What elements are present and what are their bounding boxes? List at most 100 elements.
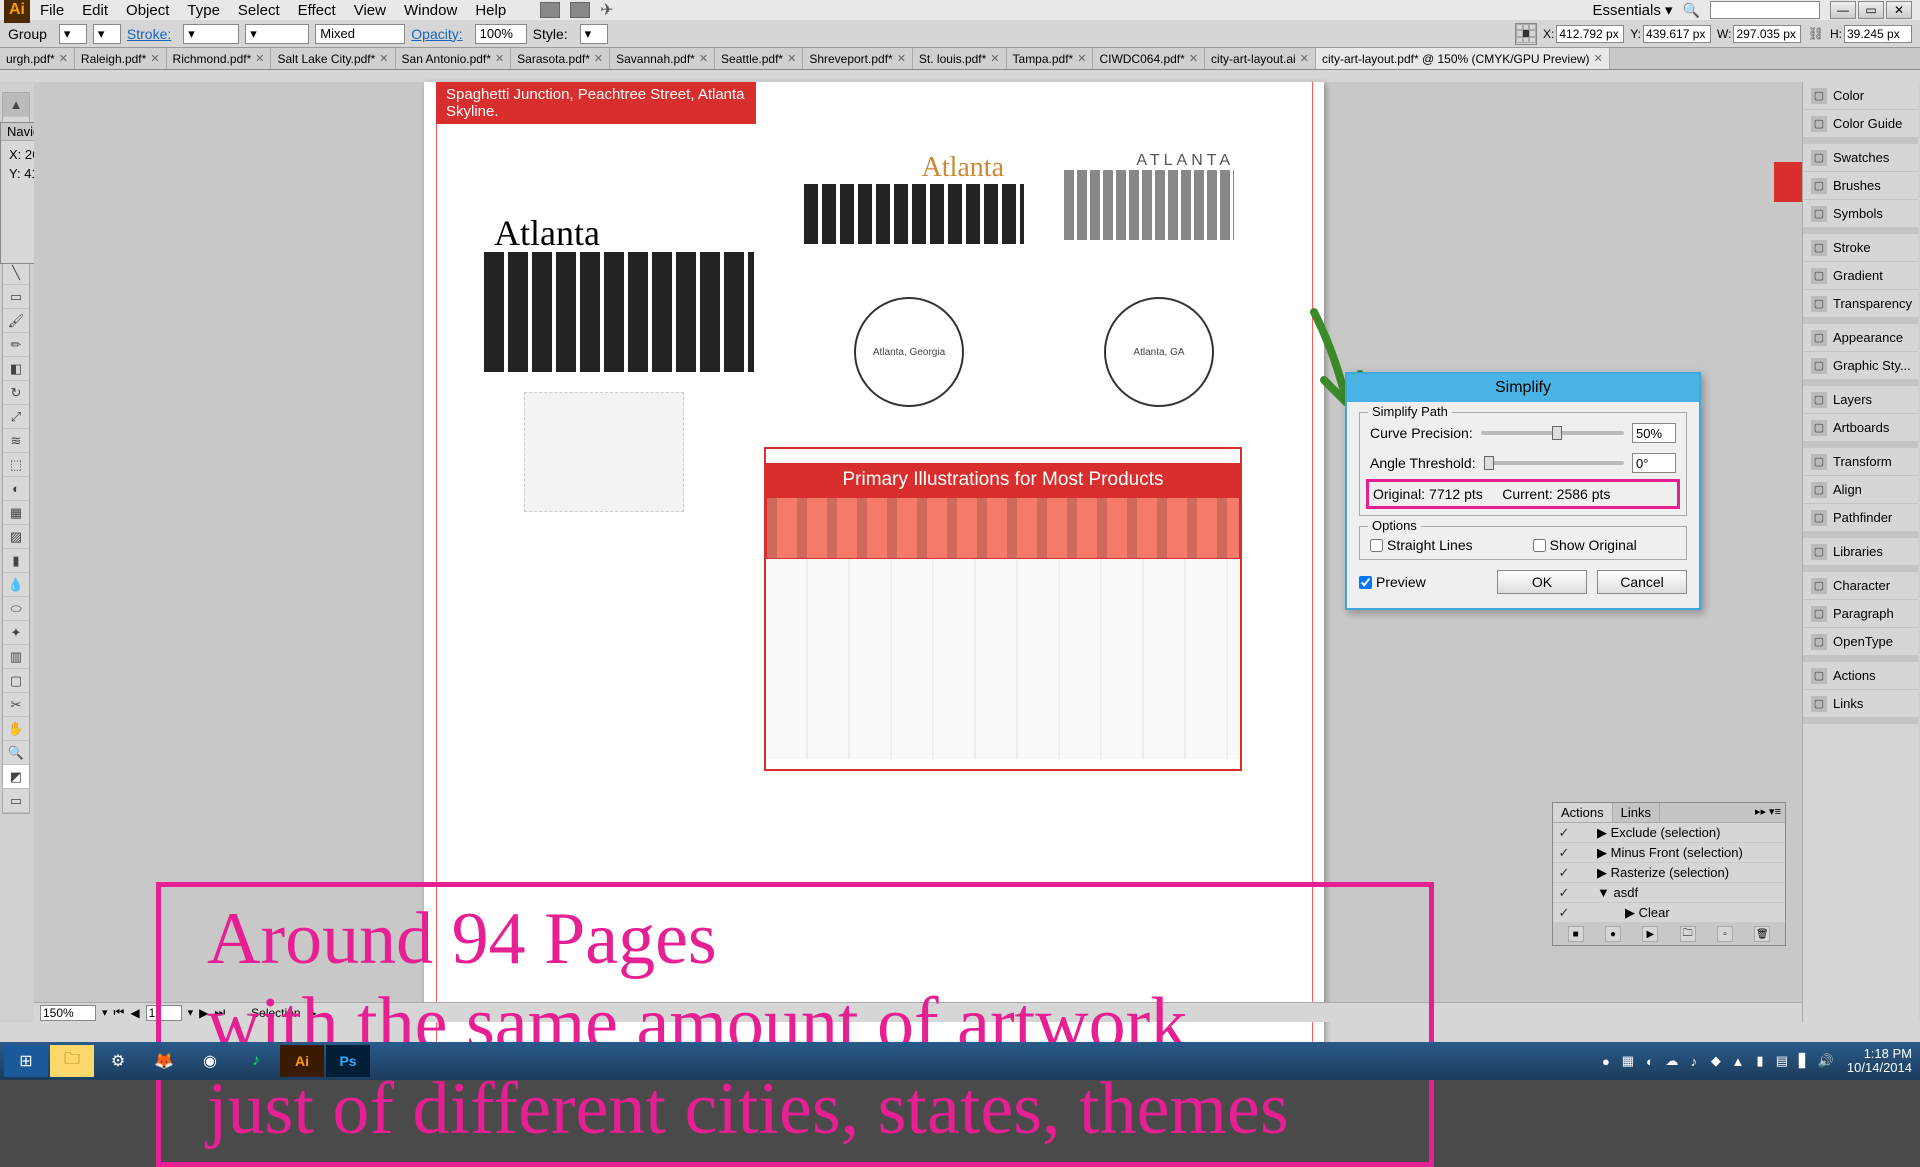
- menu-file[interactable]: File: [40, 2, 64, 19]
- show-original-checkbox[interactable]: Show Original: [1533, 537, 1637, 553]
- free-transform-tool[interactable]: ⬚: [3, 453, 29, 477]
- ok-button[interactable]: OK: [1497, 570, 1587, 594]
- action-row[interactable]: ✓▶ Rasterize (selection): [1553, 863, 1785, 883]
- simplify-dialog[interactable]: Simplify Simplify Path Curve Precision: …: [1345, 372, 1701, 610]
- panel-appearance[interactable]: ▢Appearance: [1803, 324, 1918, 352]
- menu-select[interactable]: Select: [238, 2, 280, 19]
- document-tab[interactable]: St. louis.pdf*✕: [913, 48, 1007, 69]
- panel-actions[interactable]: ▢Actions: [1803, 662, 1918, 690]
- profile-dropdown[interactable]: ▾: [245, 24, 309, 44]
- delete-icon[interactable]: 🗑: [1754, 926, 1770, 942]
- close-icon[interactable]: ✕: [255, 52, 264, 65]
- system-clock[interactable]: 1:18 PM 10/14/2014: [1847, 1047, 1912, 1074]
- h-input[interactable]: [1844, 25, 1912, 43]
- close-icon[interactable]: ✕: [1594, 52, 1603, 65]
- document-tab[interactable]: Savannah.pdf*✕: [610, 48, 715, 69]
- scale-tool[interactable]: ⤢: [3, 405, 29, 429]
- panel-links[interactable]: ▢Links: [1803, 690, 1918, 718]
- action-row[interactable]: ✓▶ Minus Front (selection): [1553, 843, 1785, 863]
- panel-pathfinder[interactable]: ▢Pathfinder: [1803, 504, 1918, 532]
- menu-edit[interactable]: Edit: [82, 2, 108, 19]
- document-tab[interactable]: CIWDC064.pdf*✕: [1093, 48, 1205, 69]
- zoom-input[interactable]: [40, 1005, 96, 1021]
- actions-tab[interactable]: Actions: [1553, 803, 1613, 822]
- w-input[interactable]: [1733, 25, 1801, 43]
- close-icon[interactable]: ✕: [150, 52, 159, 65]
- tray-icon[interactable]: ▦: [1619, 1052, 1637, 1070]
- straight-lines-checkbox[interactable]: Straight Lines: [1370, 537, 1473, 553]
- panel-paragraph[interactable]: ▢Paragraph: [1803, 600, 1918, 628]
- panel-libraries[interactable]: ▢Libraries: [1803, 538, 1918, 566]
- angle-threshold-slider[interactable]: [1484, 461, 1624, 465]
- panel-layers[interactable]: ▢Layers: [1803, 386, 1918, 414]
- menu-object[interactable]: Object: [126, 2, 169, 19]
- brush-dropdown[interactable]: Mixed: [315, 24, 405, 44]
- stop-icon[interactable]: ■: [1568, 926, 1584, 942]
- tray-icon[interactable]: ▲: [1729, 1052, 1747, 1070]
- workspace-switcher[interactable]: Essentials ▾: [1592, 1, 1672, 19]
- curve-precision-slider[interactable]: [1481, 431, 1624, 435]
- style-dropdown[interactable]: ▾: [580, 24, 608, 44]
- width-tool[interactable]: ≋: [3, 429, 29, 453]
- zoom-tool[interactable]: 🔍: [3, 741, 29, 765]
- tray-icon[interactable]: ♪: [1685, 1052, 1703, 1070]
- tray-icon[interactable]: ▤: [1773, 1052, 1791, 1070]
- action-row[interactable]: ✓▶ Exclude (selection): [1553, 823, 1785, 843]
- mesh-tool[interactable]: ▨: [3, 525, 29, 549]
- opacity-input[interactable]: 100%: [475, 24, 527, 44]
- document-tab[interactable]: city-art-layout.pdf* @ 150% (CMYK/GPU Pr…: [1316, 48, 1610, 69]
- stroke-swatch[interactable]: ▾: [93, 24, 121, 44]
- close-icon[interactable]: ✕: [1077, 52, 1086, 65]
- menu-view[interactable]: View: [354, 2, 386, 19]
- rotate-tool[interactable]: ↻: [3, 381, 29, 405]
- panel-swatches[interactable]: ▢Swatches: [1803, 144, 1918, 172]
- constrain-icon[interactable]: ⛓: [1807, 26, 1824, 42]
- cancel-button[interactable]: Cancel: [1597, 570, 1687, 594]
- new-action-icon[interactable]: ▫: [1717, 926, 1733, 942]
- panel-brushes[interactable]: ▢Brushes: [1803, 172, 1918, 200]
- tray-icon[interactable]: ◐: [1641, 1052, 1659, 1070]
- stroke-label[interactable]: Stroke:: [127, 26, 171, 42]
- opacity-label[interactable]: Opacity:: [411, 26, 462, 42]
- document-tab[interactable]: city-art-layout.ai✕: [1205, 48, 1316, 69]
- record-icon[interactable]: ●: [1605, 926, 1621, 942]
- pencil-tool[interactable]: ✏: [3, 333, 29, 357]
- x-input[interactable]: [1556, 25, 1624, 43]
- start-button[interactable]: ⊞: [4, 1045, 48, 1077]
- document-tab[interactable]: Shreveport.pdf*✕: [803, 48, 913, 69]
- illustrator-taskbar-icon[interactable]: Ai: [280, 1045, 324, 1077]
- close-icon[interactable]: ✕: [897, 52, 906, 65]
- bridge-icon[interactable]: [540, 2, 560, 18]
- document-tab[interactable]: Raleigh.pdf*✕: [75, 48, 167, 69]
- document-tab[interactable]: Salt Lake City.pdf*✕: [271, 48, 395, 69]
- perspective-tool[interactable]: ▦: [3, 501, 29, 525]
- arrange-docs-icon[interactable]: [570, 2, 590, 18]
- panel-graphic-sty-[interactable]: ▢Graphic Sty...: [1803, 352, 1918, 380]
- document-tab[interactable]: Sarasota.pdf*✕: [511, 48, 610, 69]
- taskbar-app-1[interactable]: ⚙: [96, 1045, 140, 1077]
- panel-color-guide[interactable]: ▢Color Guide: [1803, 110, 1918, 138]
- stroke-weight-input[interactable]: ▾: [183, 24, 239, 44]
- nav-prev-icon[interactable]: ◀: [130, 1006, 139, 1020]
- eraser-tool[interactable]: ◧: [3, 357, 29, 381]
- shape-builder-tool[interactable]: ◐: [3, 477, 29, 501]
- selection-tool[interactable]: ▲: [3, 93, 29, 117]
- action-row[interactable]: ✓▶ Clear: [1553, 903, 1785, 923]
- tray-icon[interactable]: ●: [1597, 1052, 1615, 1070]
- angle-threshold-input[interactable]: [1632, 453, 1676, 473]
- close-icon[interactable]: ✕: [1189, 52, 1198, 65]
- reference-point-icon[interactable]: [1515, 23, 1537, 45]
- close-icon[interactable]: ✕: [990, 52, 999, 65]
- photoshop-taskbar-icon[interactable]: Ps: [326, 1045, 370, 1077]
- paintbrush-tool[interactable]: 🖌: [3, 309, 29, 333]
- action-row[interactable]: ✓▼ asdf: [1553, 883, 1785, 903]
- document-tab[interactable]: Seattle.pdf*✕: [715, 48, 803, 69]
- line-tool[interactable]: ╲: [3, 261, 29, 285]
- close-icon[interactable]: ✕: [699, 52, 708, 65]
- firefox-icon[interactable]: 🦊: [142, 1045, 186, 1077]
- close-icon[interactable]: ✕: [379, 52, 388, 65]
- maximize-button[interactable]: ▭: [1858, 1, 1884, 19]
- screen-mode-toggle[interactable]: ▭: [3, 789, 29, 813]
- artboard-tool[interactable]: ▢: [3, 669, 29, 693]
- panel-transparency[interactable]: ▢Transparency: [1803, 290, 1918, 318]
